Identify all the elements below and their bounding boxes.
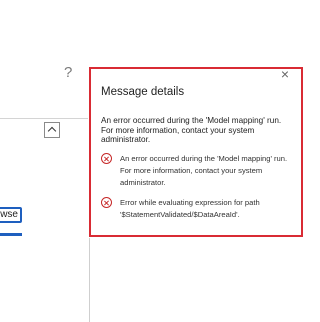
error-summary: An error occurred during the 'Model mapp… (101, 116, 282, 144)
error-circle-icon (101, 153, 112, 164)
focus-indicator-bar (0, 233, 22, 236)
popup-title: Message details (101, 86, 185, 98)
collapse-section-button[interactable] (44, 122, 60, 138)
message-text: Error while evaluating expression for pa… (120, 198, 260, 219)
chevron-up-icon (47, 126, 57, 136)
message-details-popup: × Message details An error occurred duri… (89, 67, 303, 237)
help-icon[interactable]: ? (64, 64, 72, 82)
pane-divider (89, 238, 90, 322)
page: ? wse × Message details An error occurre… (0, 0, 308, 322)
background-form-pane: ? wse (0, 0, 88, 322)
message-text: An error occurred during the 'Model mapp… (120, 154, 288, 187)
browse-button[interactable]: wse (0, 207, 22, 223)
error-circle-icon (101, 197, 112, 208)
section-divider (0, 118, 88, 119)
close-icon[interactable]: × (281, 67, 289, 81)
